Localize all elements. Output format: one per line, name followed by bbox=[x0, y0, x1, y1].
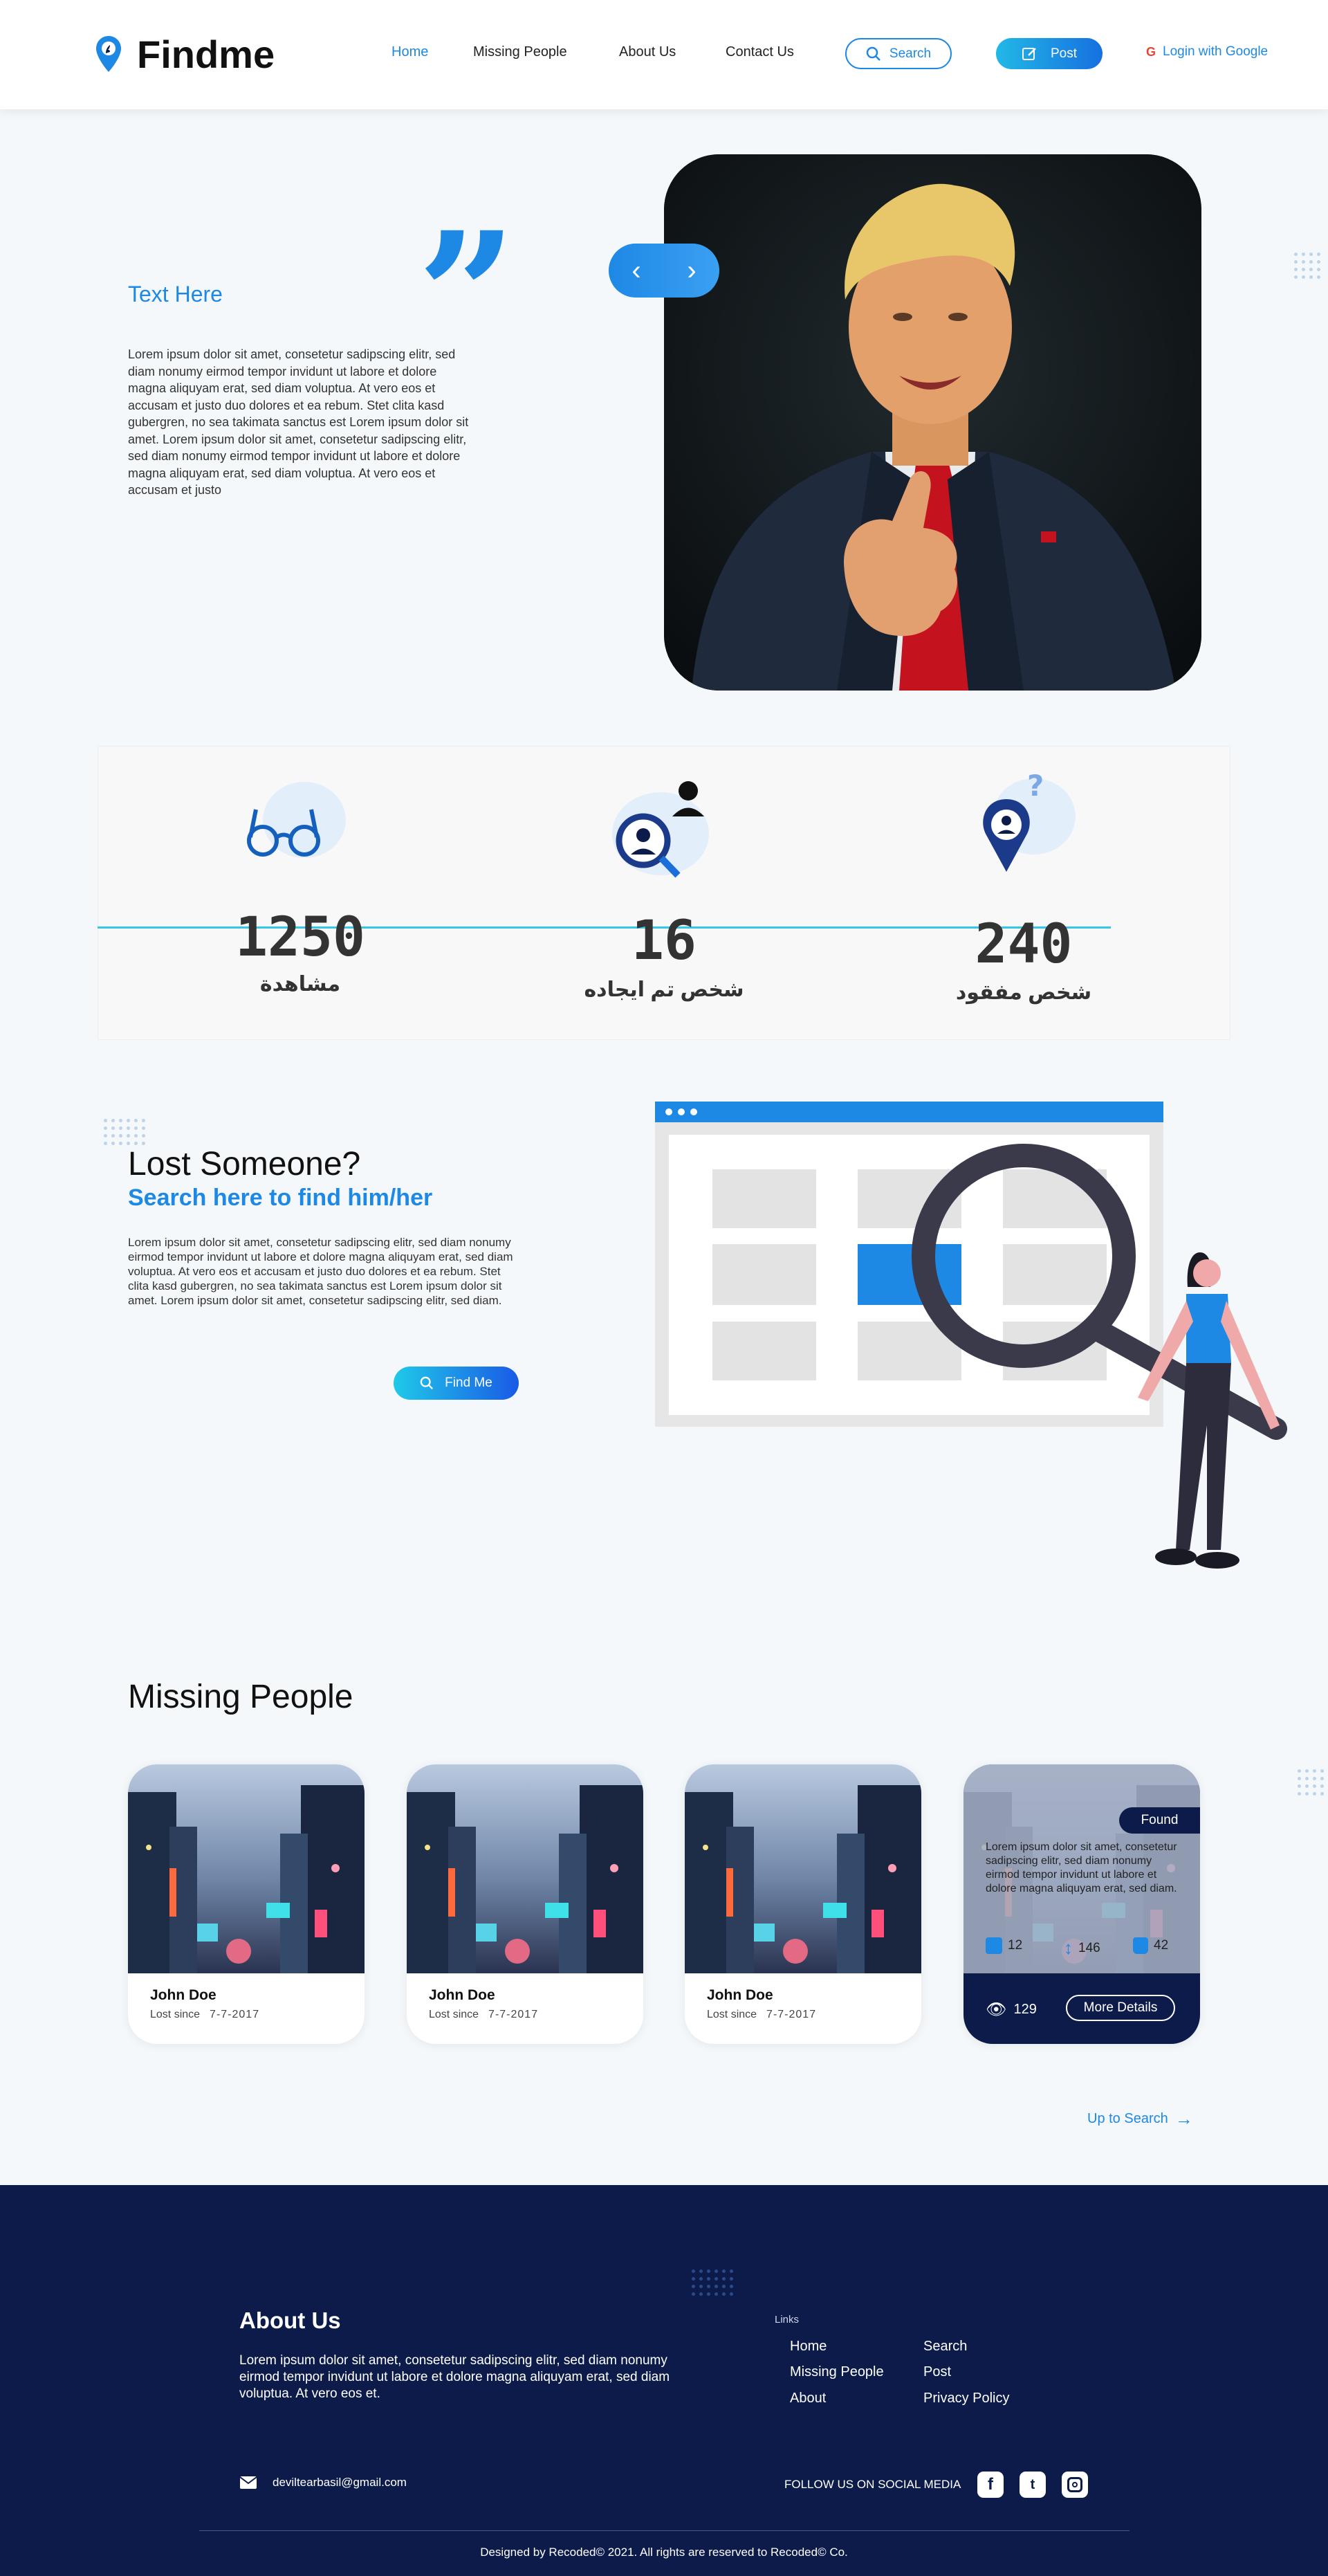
mail-icon bbox=[239, 2476, 257, 2489]
person-missing-icon: ? bbox=[983, 769, 1076, 872]
nav-missing-people[interactable]: Missing People bbox=[473, 44, 567, 60]
nav-about-us[interactable]: About Us bbox=[619, 44, 676, 60]
login-with-google-link[interactable]: G Login with Google bbox=[1146, 44, 1268, 60]
stat-views-label: مشاهدة bbox=[259, 973, 341, 996]
lost-since: Lost since 7-7-2017 bbox=[150, 2009, 259, 2021]
find-me-label: Find Me bbox=[445, 1376, 492, 1390]
location-pin-logo-icon[interactable] bbox=[95, 35, 122, 73]
email-address: deviltearbasil@gmail.com bbox=[273, 2476, 407, 2489]
glasses-icon bbox=[247, 782, 346, 858]
weight-info: 42 bbox=[1133, 1937, 1168, 1954]
person-photo bbox=[685, 1764, 921, 1973]
footer-about-body: Lorem ipsum dolor sit amet, consetetur s… bbox=[239, 2353, 670, 2401]
follow-us-text: FOLLOW US ON SOCIAL MEDIA bbox=[784, 2478, 961, 2491]
height-value: 146 bbox=[1078, 1940, 1100, 1955]
decorative-dots bbox=[104, 1119, 145, 1145]
lost-since-label: Lost since bbox=[429, 2009, 479, 2020]
lost-since: Lost since 7-7-2017 bbox=[707, 2009, 816, 2021]
footer-link-missing-people[interactable]: Missing People bbox=[790, 2364, 884, 2380]
instagram-icon[interactable] bbox=[1062, 2472, 1088, 2498]
views-value: 129 bbox=[1013, 2002, 1037, 2017]
hero-title: Text Here bbox=[128, 282, 223, 307]
lost-since: Lost since 7-7-2017 bbox=[429, 2009, 538, 2021]
footer-links-title: Links bbox=[775, 2314, 800, 2326]
svg-text:?: ? bbox=[1027, 769, 1044, 803]
decorative-dots bbox=[1294, 253, 1320, 279]
search-illustration bbox=[655, 1102, 1287, 1569]
weight-bag-icon bbox=[1133, 1937, 1148, 1954]
next-slide-arrow-icon[interactable]: › bbox=[687, 255, 696, 286]
footer-about-title: About Us bbox=[239, 2308, 341, 2333]
calendar-icon bbox=[986, 1937, 1002, 1954]
age-value: 12 bbox=[1008, 1938, 1023, 1953]
stat-missing-label: شخص مفقود bbox=[955, 981, 1092, 1004]
lost-someone-subtitle: Search here to find him/her bbox=[128, 1185, 433, 1211]
eye-icon: 👁 bbox=[986, 2000, 1007, 2019]
google-icon: G bbox=[1146, 44, 1156, 59]
search-icon bbox=[420, 1376, 434, 1389]
nav-home[interactable]: Home bbox=[391, 44, 428, 60]
more-details-button[interactable]: More Details bbox=[1066, 1995, 1175, 2021]
search-button[interactable]: Search bbox=[845, 38, 952, 69]
found-badge: Found bbox=[1119, 1807, 1200, 1834]
person-name: John Doe bbox=[707, 1987, 773, 2003]
decorative-dots bbox=[1298, 1769, 1324, 1796]
up-to-search-link[interactable]: Up to Search → bbox=[1087, 2108, 1193, 2130]
lost-someone-title: Lost Someone? bbox=[128, 1146, 361, 1182]
decorative-dots bbox=[692, 2269, 733, 2296]
up-to-search-label: Up to Search bbox=[1087, 2111, 1168, 2126]
edit-icon bbox=[1022, 47, 1036, 60]
post-button-label: Post bbox=[1050, 46, 1078, 61]
footer-link-post[interactable]: Post bbox=[923, 2364, 951, 2380]
missing-person-card[interactable]: John Doe Lost since 7-7-2017 bbox=[685, 1764, 921, 2044]
facebook-icon[interactable]: f bbox=[977, 2472, 1004, 2498]
featured-text: Lorem ipsum dolor sit amet, consetetur s… bbox=[986, 1841, 1177, 1894]
hero-body: Lorem ipsum dolor sit amet, consetetur s… bbox=[128, 347, 469, 497]
missing-person-card[interactable]: John Doe Lost since 7-7-2017 bbox=[128, 1764, 365, 2044]
person-name: John Doe bbox=[429, 1987, 495, 2003]
previous-slide-arrow-icon[interactable]: ‹ bbox=[631, 255, 640, 286]
stat-views-number: 1250 bbox=[235, 906, 365, 969]
stat-found-label: شخص تم ايجاده bbox=[584, 978, 744, 1001]
lost-someone-body: Lorem ipsum dolor sit amet, consetetur s… bbox=[128, 1236, 513, 1307]
person-found-icon bbox=[612, 781, 709, 878]
height-arrow-icon: ↕ bbox=[1064, 1937, 1073, 1958]
footer-divider bbox=[199, 2530, 1129, 2531]
lost-since-label: Lost since bbox=[707, 2009, 757, 2020]
missing-person-card[interactable]: John Doe Lost since 7-7-2017 bbox=[407, 1764, 643, 2044]
brand-name[interactable]: Findme bbox=[137, 32, 275, 77]
weight-value: 42 bbox=[1154, 1938, 1169, 1953]
person-photo bbox=[128, 1764, 365, 1973]
person-photo bbox=[407, 1764, 643, 1973]
age-info: 12 bbox=[986, 1937, 1022, 1954]
footer-link-home[interactable]: Home bbox=[790, 2339, 827, 2355]
footer-link-privacy-policy[interactable]: Privacy Policy bbox=[923, 2391, 1009, 2406]
stat-found-number: 16 bbox=[631, 910, 697, 972]
twitter-icon[interactable]: t bbox=[1020, 2472, 1046, 2498]
search-icon bbox=[866, 46, 880, 61]
hero-portrait-image bbox=[664, 154, 1201, 691]
lost-since-date: 7-7-2017 bbox=[210, 2009, 260, 2020]
height-info: ↕ 146 bbox=[1064, 1937, 1100, 1959]
footer-link-about[interactable]: About bbox=[790, 2391, 826, 2406]
stat-missing-number: 240 bbox=[975, 913, 1073, 976]
arrow-right-icon: → bbox=[1174, 2108, 1193, 2129]
login-label: Login with Google bbox=[1163, 44, 1269, 59]
lost-since-label: Lost since bbox=[150, 2009, 201, 2020]
nav-contact-us[interactable]: Contact Us bbox=[726, 44, 794, 60]
footer-link-search[interactable]: Search bbox=[923, 2339, 967, 2355]
slider-controls: ‹ › bbox=[609, 244, 719, 298]
featured-person-card[interactable]: Found Lorem ipsum dolor sit amet, conset… bbox=[963, 1764, 1200, 2044]
search-button-label: Search bbox=[889, 46, 932, 61]
lost-since-date: 7-7-2017 bbox=[766, 2009, 817, 2020]
post-button[interactable]: Post bbox=[996, 38, 1103, 69]
find-me-button[interactable]: Find Me bbox=[394, 1367, 519, 1400]
views-info: 👁 129 bbox=[986, 2000, 1037, 2020]
footer-email[interactable]: deviltearbasil@gmail.com bbox=[239, 2476, 407, 2490]
missing-people-title: Missing People bbox=[128, 1679, 353, 1715]
lost-since-date: 7-7-2017 bbox=[488, 2009, 539, 2020]
person-name: John Doe bbox=[150, 1987, 216, 2003]
copyright-text: Designed by Recoded© 2021. All rights ar… bbox=[480, 2546, 848, 2559]
